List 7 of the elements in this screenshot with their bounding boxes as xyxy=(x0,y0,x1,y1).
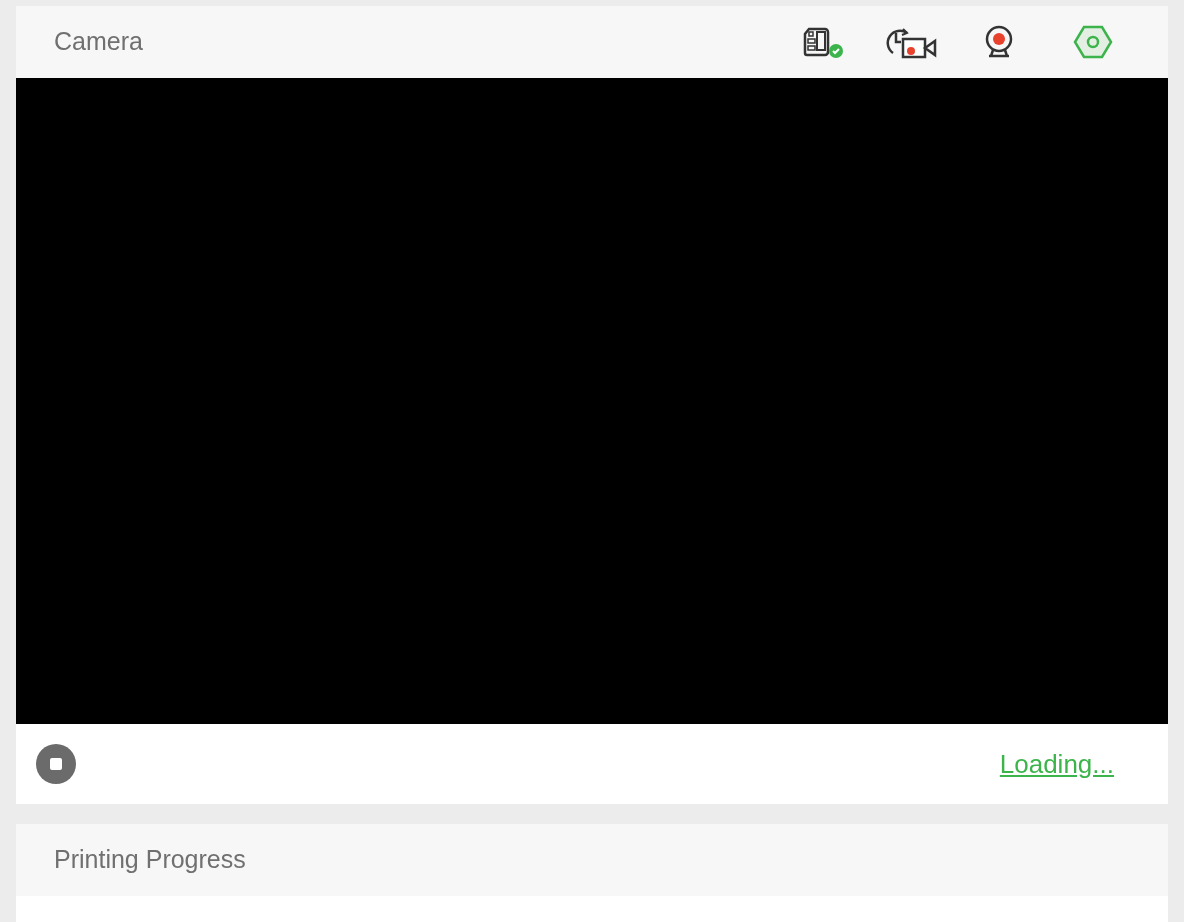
loading-link[interactable]: Loading... xyxy=(999,744,1114,784)
stop-icon xyxy=(50,758,62,770)
panel-title: Printing Progress xyxy=(54,844,246,876)
webcam-icon[interactable] xyxy=(983,25,1015,59)
sd-card-icon[interactable] xyxy=(803,25,845,59)
stop-button[interactable] xyxy=(36,744,76,784)
panel-title: Camera xyxy=(54,26,143,58)
